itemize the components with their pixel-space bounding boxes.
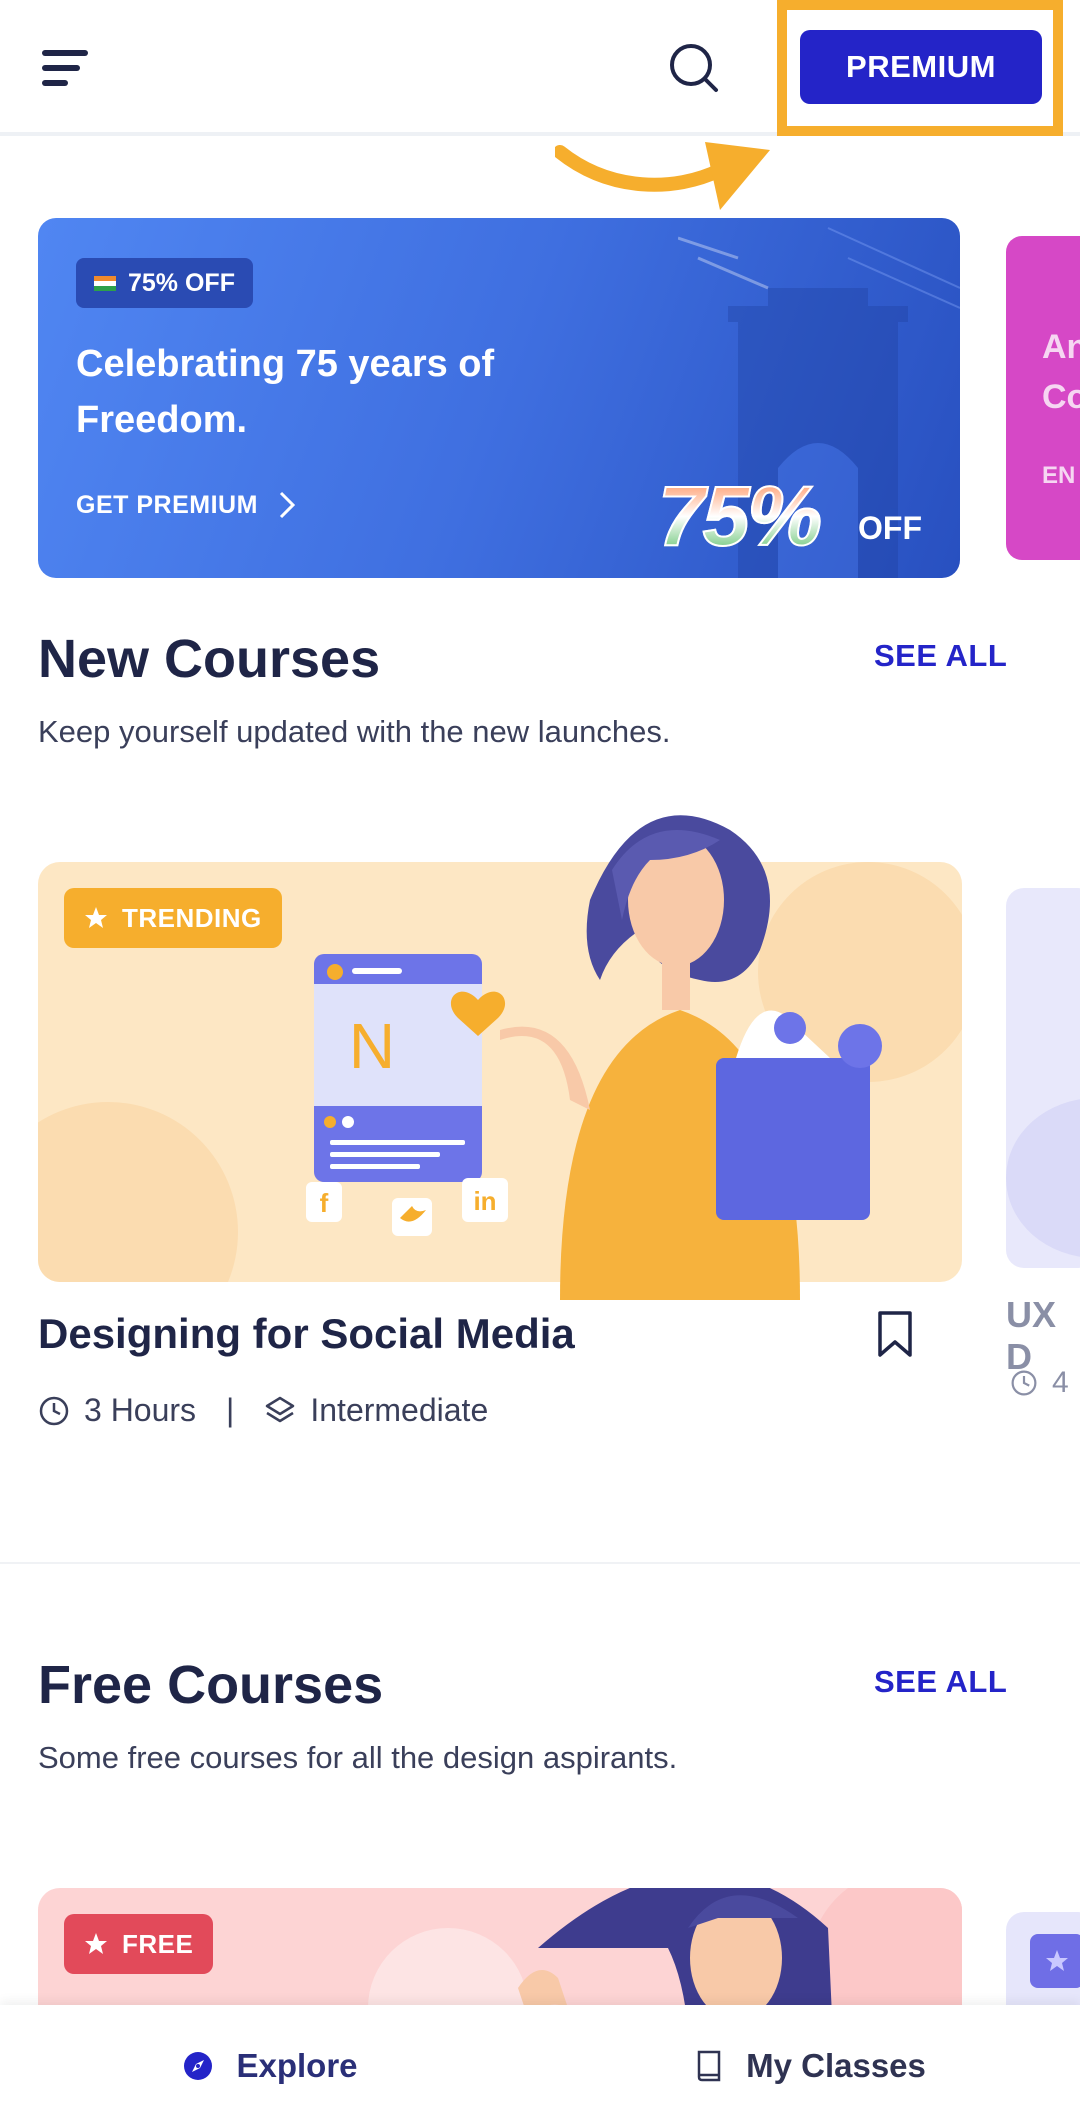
star-icon (85, 907, 107, 928)
next-course-meta: 4 (1010, 1366, 1069, 1400)
nav-item-explore[interactable]: Explore (0, 2005, 540, 2127)
star-icon (85, 1933, 107, 1954)
nav-item-my-classes-label: My Classes (746, 2047, 926, 2084)
trending-badge: TRENDING (64, 888, 282, 948)
next-banner-cta: EN (1042, 462, 1076, 489)
new-courses-see-all[interactable]: SEE ALL (874, 638, 1007, 674)
course-level: Intermediate (310, 1392, 489, 1428)
top-bar: PREMIUM (0, 0, 1080, 136)
clock-icon (39, 1396, 69, 1425)
free-courses-see-all[interactable]: SEE ALL (874, 1664, 1007, 1700)
bookmark-icon[interactable] (876, 1310, 914, 1358)
section-divider (0, 1562, 1080, 1564)
nav-item-my-classes[interactable]: My Classes (540, 2005, 1080, 2127)
off-label: OFF (858, 510, 922, 546)
free-courses-title: Free Courses (38, 1655, 384, 1715)
next-course-thumbnail[interactable] (1006, 888, 1080, 1268)
chevron-right-icon (279, 491, 296, 519)
discount-number: 75% (657, 468, 823, 564)
layers-icon (266, 1396, 295, 1422)
new-courses-subtitle: Keep yourself updated with the new launc… (38, 714, 671, 749)
free-badge-label: FREE (122, 1928, 194, 1959)
next-free-course-badge (1030, 1934, 1080, 1988)
get-premium-link[interactable]: GET PREMIUM (76, 490, 296, 520)
india-flag-icon (94, 275, 116, 291)
next-promo-banner[interactable]: An Co EN (1006, 236, 1080, 560)
menu-icon[interactable] (42, 48, 92, 88)
pointer-arrow-icon (555, 142, 770, 210)
next-banner-title: An Co (1042, 328, 1080, 416)
discount-badge: 75% OFF (76, 258, 253, 308)
next-course-duration: 4 (1052, 1366, 1069, 1399)
premium-button[interactable]: PREMIUM (800, 30, 1042, 104)
trending-badge-label: TRENDING (122, 902, 262, 933)
promo-banner[interactable]: 75% OFF Celebrating 75 years of Freedom.… (38, 218, 960, 578)
course-duration: 3 Hours (84, 1392, 197, 1428)
nav-item-explore-label: Explore (236, 2047, 358, 2084)
get-premium-label: GET PREMIUM (76, 490, 258, 519)
clock-icon (1011, 1370, 1037, 1396)
book-icon (697, 2050, 721, 2082)
course-meta: 3 Hours | Intermediate (38, 1392, 488, 1429)
new-courses-title: New Courses (38, 629, 381, 689)
star-icon (1046, 1950, 1068, 1971)
free-badge: FREE (64, 1914, 214, 1974)
bottom-navigation: Explore My Classes (0, 2005, 1080, 2127)
free-courses-subtitle: Some free courses for all the design asp… (38, 1740, 678, 1775)
discount-badge-label: 75% OFF (128, 268, 235, 297)
search-icon[interactable] (664, 38, 724, 98)
meta-separator: | (226, 1392, 235, 1428)
next-course-background (1006, 1099, 1080, 1257)
banner-title: Celebrating 75 years of Freedom. (76, 343, 495, 441)
course-title[interactable]: Designing for Social Media (38, 1310, 575, 1358)
compass-icon (184, 2052, 213, 2080)
